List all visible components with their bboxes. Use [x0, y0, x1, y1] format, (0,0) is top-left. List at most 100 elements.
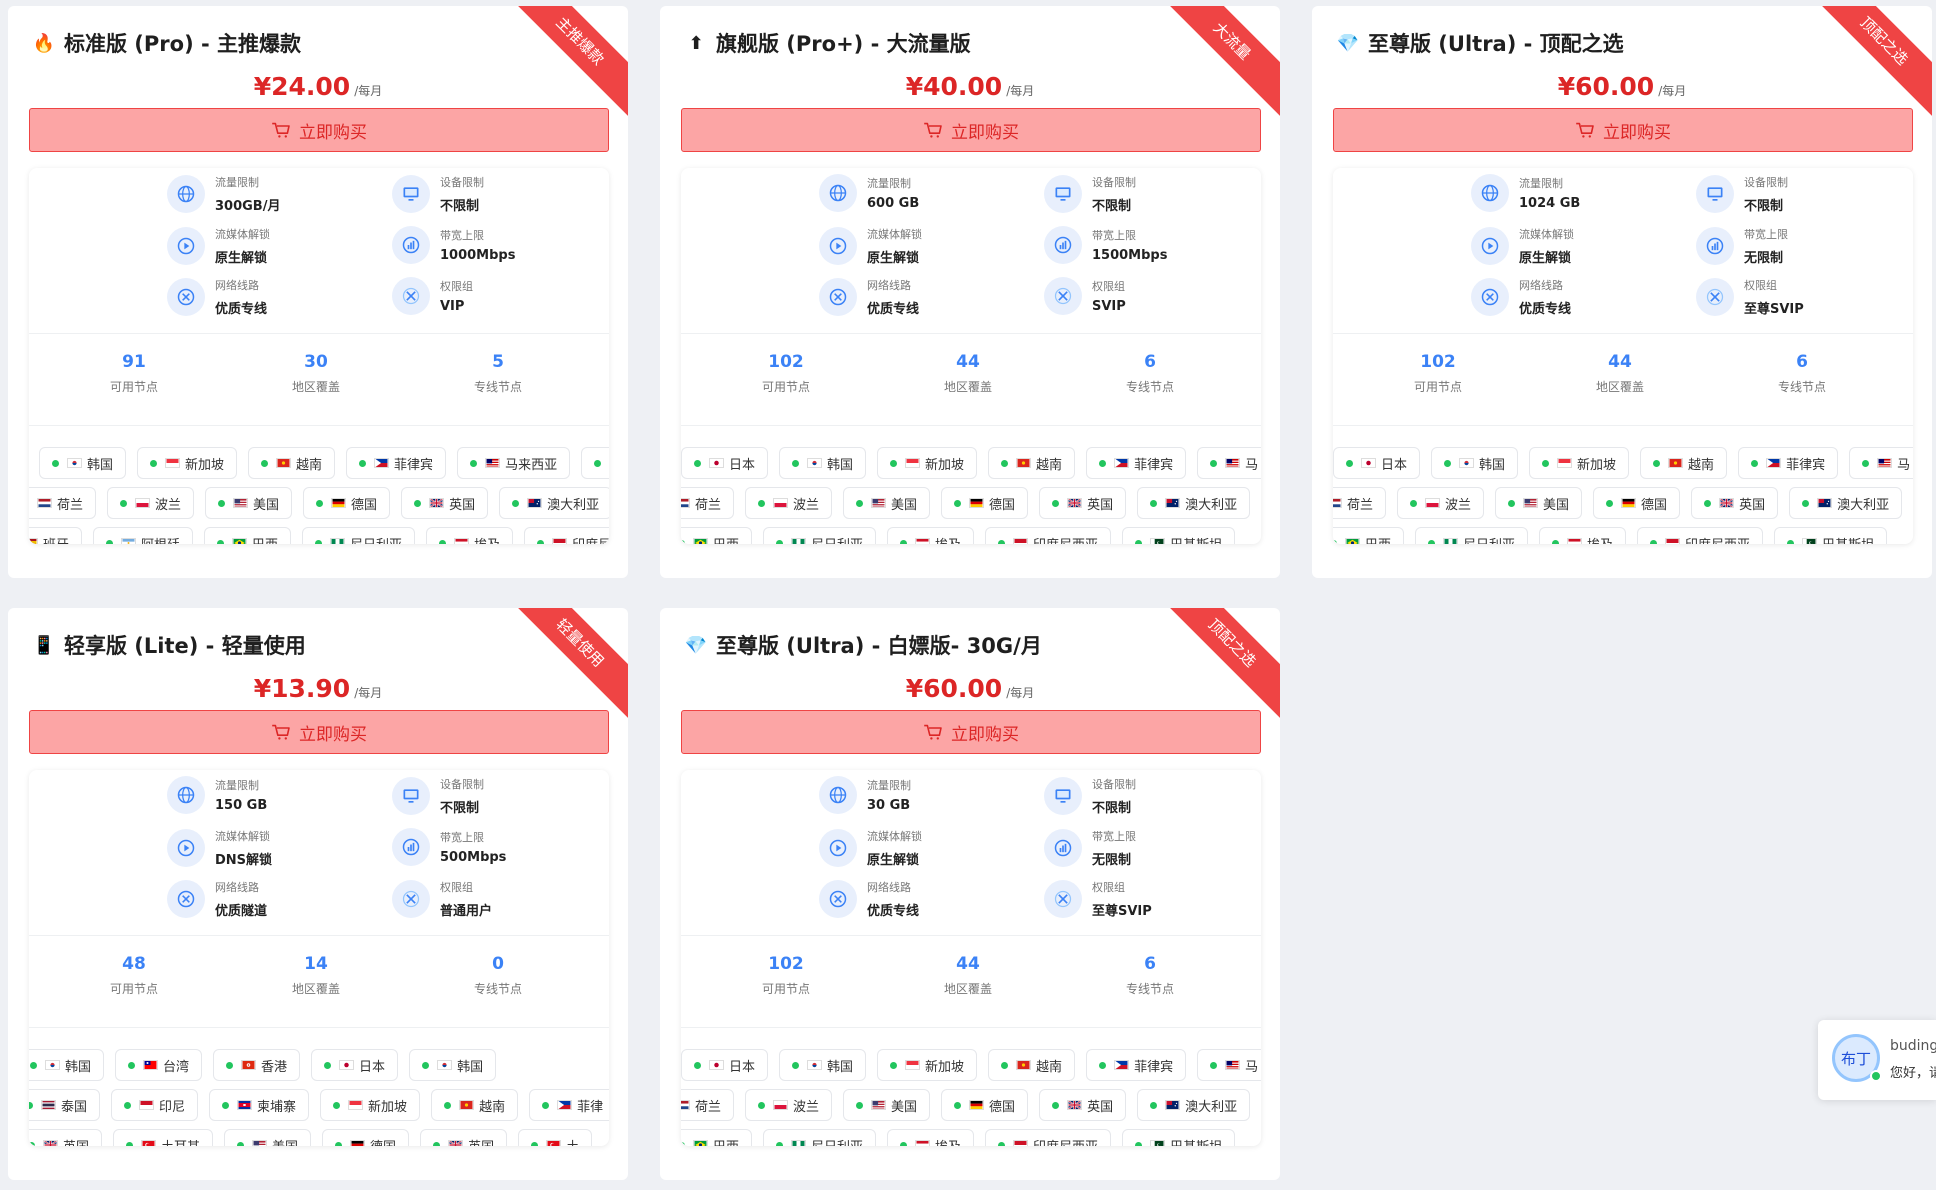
region-pill[interactable]: 英国 — [1039, 1089, 1127, 1121]
region-pill[interactable]: 美国 — [224, 1129, 312, 1146]
region-pill[interactable]: 埃及 — [887, 527, 975, 544]
region-pill[interactable]: 马来西亚 — [457, 447, 571, 479]
region-pill[interactable]: 阿根廷 — [93, 527, 194, 544]
region-pill[interactable]: 波兰 — [745, 487, 833, 519]
region-pill[interactable]: 印度尼西亚 — [985, 1129, 1112, 1146]
region-pill[interactable]: 班牙 — [29, 527, 83, 544]
region-pill[interactable]: 柬埔寨 — [209, 1089, 310, 1121]
region-pill[interactable]: 香港 — [213, 1049, 301, 1081]
region-pill[interactable]: 日本 — [311, 1049, 399, 1081]
region-pill[interactable]: 德国 — [941, 487, 1029, 519]
region-pill[interactable]: 英国 — [1691, 487, 1779, 519]
online-dot-icon — [128, 1061, 136, 1069]
region-name: 澳大利亚 — [547, 497, 600, 513]
region-pill[interactable]: 英国 — [401, 487, 489, 519]
region-pill[interactable]: 巴西 — [681, 527, 753, 544]
region-pill[interactable]: 新加坡 — [877, 447, 978, 479]
buy-now-button[interactable]: 立即购买 — [1333, 108, 1913, 152]
region-pill[interactable]: 马 — [1849, 447, 1913, 479]
region-pill[interactable]: 波兰 — [107, 487, 195, 519]
region-pill[interactable]: 日本 — [1333, 447, 1421, 479]
region-pill[interactable]: 埃及 — [426, 527, 514, 544]
region-pill[interactable]: 德国 — [303, 487, 391, 519]
region-pill[interactable]: 日本 — [681, 1049, 769, 1081]
region-pill[interactable]: 德国 — [1593, 487, 1681, 519]
region-pill[interactable]: 泰国 — [29, 1089, 101, 1121]
region-pill[interactable]: 日本 — [681, 447, 769, 479]
region-pill[interactable]: 澳大利亚 — [1137, 487, 1251, 519]
region-pill[interactable]: 韩国 — [1431, 447, 1519, 479]
region-pill[interactable]: 越南 — [1640, 447, 1728, 479]
region-pill[interactable]: 埃及 — [1539, 527, 1627, 544]
region-pill[interactable]: 德国 — [941, 1089, 1029, 1121]
region-pill[interactable]: 韩国 — [779, 447, 867, 479]
region-pill[interactable]: 印度尼西 — [524, 527, 609, 544]
region-pill[interactable]: 土耳其 — [113, 1129, 214, 1146]
region-pill[interactable]: 美国 — [843, 487, 931, 519]
region-pill[interactable]: 巴基斯坦 — [1774, 527, 1888, 544]
region-pill[interactable]: 越南 — [248, 447, 336, 479]
region-pill[interactable]: 巴西 — [204, 527, 292, 544]
region-pill[interactable]: 越南 — [988, 447, 1076, 479]
region-pill[interactable]: 荷兰 — [29, 487, 97, 519]
buy-now-button[interactable]: 立即购买 — [681, 710, 1261, 754]
region-pill[interactable]: 德国 — [322, 1129, 410, 1146]
region-pill[interactable]: 英国 — [420, 1129, 508, 1146]
online-dot-icon — [261, 459, 269, 467]
region-pill[interactable]: 新加坡 — [1529, 447, 1630, 479]
region-pill[interactable]: 波兰 — [1397, 487, 1485, 519]
region-pill[interactable]: 菲律宾 — [346, 447, 447, 479]
region-pill[interactable]: 菲律宾 — [1086, 1049, 1187, 1081]
flag-icon — [141, 1140, 157, 1146]
region-pill[interactable]: 越南 — [988, 1049, 1076, 1081]
chat-widget[interactable]: 布丁 buding 您好，请 — [1818, 1020, 1936, 1100]
region-pill[interactable]: 尼日利亚 — [763, 527, 877, 544]
region-pill[interactable]: 荷兰 — [1333, 487, 1387, 519]
region-pill[interactable]: 韩国 — [39, 447, 127, 479]
stat-item: 6 专线节点 — [1065, 954, 1235, 997]
region-pill[interactable]: 印尼 — [111, 1089, 199, 1121]
region-pill[interactable]: 荷兰 — [681, 1089, 735, 1121]
region-pill[interactable]: 马 — [1197, 447, 1261, 479]
region-pill[interactable]: 尼日利亚 — [763, 1129, 877, 1146]
region-pill[interactable]: 英国 — [1039, 487, 1127, 519]
region-pill[interactable]: 巴基斯坦 — [1122, 527, 1236, 544]
buy-now-button[interactable]: 立即购买 — [29, 108, 609, 152]
region-pill[interactable]: 荷兰 — [681, 487, 735, 519]
region-pill[interactable]: 菲律 — [529, 1089, 609, 1121]
region-pill[interactable]: 越南 — [431, 1089, 519, 1121]
region-pill[interactable]: 美国 — [1495, 487, 1583, 519]
region-pill[interactable]: 印度尼西亚 — [1637, 527, 1764, 544]
region-pill[interactable]: 英国 — [29, 1129, 103, 1146]
flag-icon — [1817, 498, 1833, 508]
region-pill[interactable]: 美国 — [205, 487, 293, 519]
region-pill[interactable]: 澳大利亚 — [499, 487, 609, 519]
region-pill[interactable]: 菲律宾 — [1086, 447, 1187, 479]
buy-now-button[interactable]: 立即购买 — [29, 710, 609, 754]
region-pill[interactable]: 韩国 — [409, 1049, 497, 1081]
region-pill[interactable]: 土 — [518, 1129, 593, 1146]
region-pill[interactable]: 台湾 — [115, 1049, 203, 1081]
region-pill[interactable]: 埃及 — [887, 1129, 975, 1146]
online-dot-icon — [1052, 1101, 1060, 1109]
region-pill[interactable]: 尼日利亚 — [302, 527, 416, 544]
region-pill[interactable]: 菲律宾 — [1738, 447, 1839, 479]
region-pill[interactable]: 韩国 — [779, 1049, 867, 1081]
region-pill[interactable]: 新加坡 — [877, 1049, 978, 1081]
price-row: ¥60.00/每月 — [660, 674, 1280, 703]
region-pill[interactable]: 美国 — [843, 1089, 931, 1121]
buy-now-button[interactable]: 立即购买 — [681, 108, 1261, 152]
region-pill[interactable]: 巴基斯坦 — [1122, 1129, 1236, 1146]
region-pill[interactable]: 巴西 — [1333, 527, 1405, 544]
region-pill[interactable]: 新加坡 — [320, 1089, 421, 1121]
region-pill[interactable]: 巴西 — [681, 1129, 753, 1146]
region-pill[interactable]: 新加坡 — [137, 447, 238, 479]
region-pill[interactable]: 韩国 — [29, 1049, 105, 1081]
region-pill[interactable]: 尼日利亚 — [1415, 527, 1529, 544]
region-pill[interactable]: 马 — [1197, 1049, 1261, 1081]
region-pill[interactable]: 澳大利亚 — [1137, 1089, 1251, 1121]
region-pill[interactable]: 澳大利亚 — [1789, 487, 1903, 519]
region-pill[interactable] — [581, 447, 609, 479]
region-pill[interactable]: 波兰 — [745, 1089, 833, 1121]
region-pill[interactable]: 印度尼西亚 — [985, 527, 1112, 544]
